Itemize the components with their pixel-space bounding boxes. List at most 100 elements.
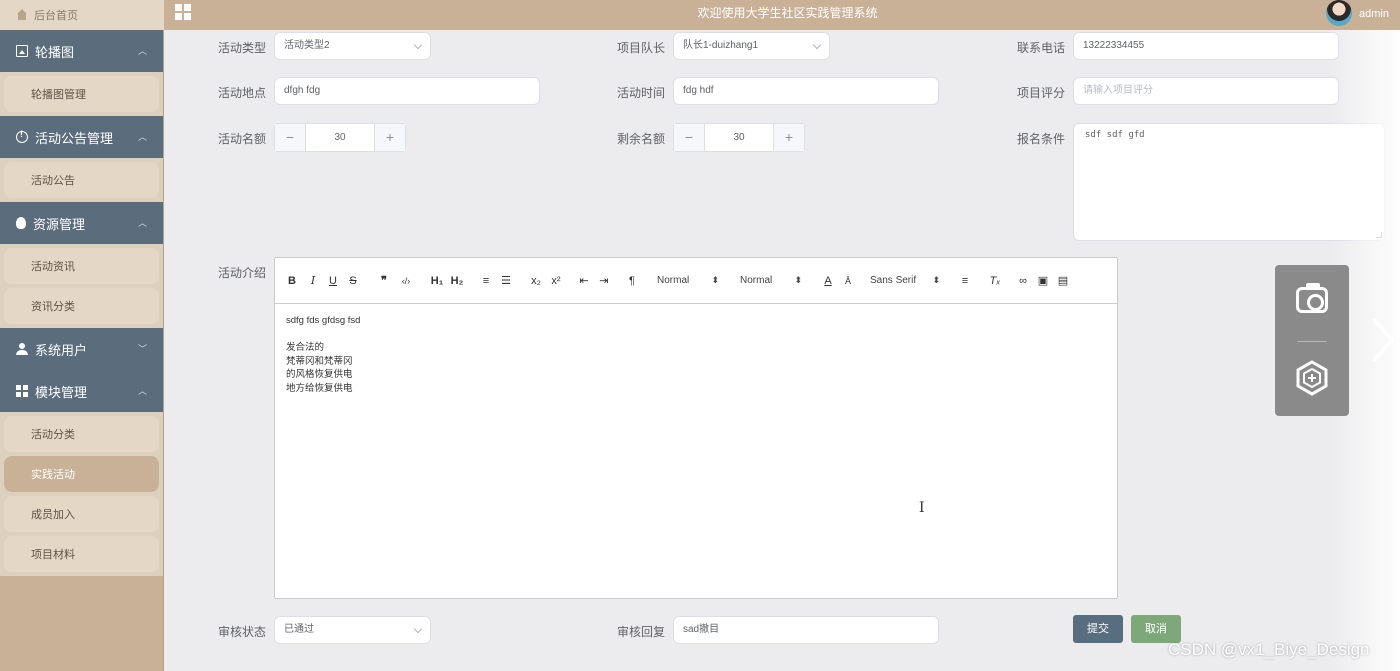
chevron-right-icon[interactable] [1370,318,1396,362]
quota-value[interactable]: 30 [305,124,375,151]
increment-button[interactable]: + [375,124,405,151]
editor-line [286,328,1106,342]
remaining-quota-value[interactable]: 30 [704,124,774,151]
camera-icon[interactable] [1296,283,1328,313]
decrement-button[interactable]: − [674,124,704,151]
username[interactable]: admin [1359,8,1389,20]
user-icon [16,343,28,355]
sidebar-item-announcement[interactable]: 活动公告 [4,162,159,198]
hexagon-plus-icon[interactable] [1295,360,1329,396]
editor-line: sdfg fds gfdsg fsd [286,315,361,326]
remaining-quota-label: 剩余名额 [617,132,666,146]
background-color-icon[interactable]: Ā [842,273,854,289]
sidebar-item-member-join[interactable]: 成员加入 [4,496,159,532]
lightbulb-icon [16,217,26,229]
editor-line: 发合法的 [286,342,325,353]
image-icon [16,45,28,57]
font-select[interactable]: Sans Serif [870,275,940,286]
sidebar-item-practice-activity[interactable]: 实践活动 [4,456,159,492]
increment-button[interactable]: + [774,124,804,151]
phone-label: 联系电话 [1017,41,1066,55]
review-status-select[interactable]: 已通过 [274,616,431,644]
editor-line: 的风格恢复供电 [286,369,353,380]
bold-icon[interactable]: B [286,273,298,289]
submit-button[interactable]: 提交 [1073,615,1123,643]
outdent-icon[interactable]: ⇤ [577,273,591,289]
rich-text-editor: B I U S ❞ ‹/› H₁ H₂ ≡ ☰ x₂ x² ⇤ ⇥ ¶ Norm… [274,257,1118,599]
editor-line: 地方给恢复供电 [286,382,353,394]
sidebar-group-label: 系统用户 [35,342,88,358]
top-bar: 后台首页 欢迎使用大学生社区实践管理系统 admin [0,0,1400,30]
editor-content[interactable]: sdfg fds gfdsg fsd 发合法的 梵蒂冈和梵蒂冈 的风格恢复供电 … [275,304,1117,405]
underline-icon[interactable]: U [327,273,339,289]
project-leader-label: 项目队长 [617,41,666,55]
activity-time-field[interactable]: fdg hdf [673,77,939,105]
indent-icon[interactable]: ⇥ [597,273,611,289]
sidebar-item-project-material[interactable]: 项目材料 [4,536,159,572]
chevron-up-icon: ︿ [137,132,147,142]
italic-icon[interactable]: I [307,273,319,289]
heading1-icon[interactable]: H₁ [429,273,445,289]
cancel-button[interactable]: 取消 [1131,615,1181,643]
header-select[interactable]: Normal [657,275,719,286]
avatar[interactable] [1326,0,1352,26]
project-leader-select[interactable]: 队长1-duizhang1 [673,32,830,60]
sidebar-group-label: 活动公告管理 [35,130,114,146]
activity-type-select[interactable]: 活动类型2 [274,32,431,60]
requirements-label: 报名条件 [1017,132,1066,146]
review-status-label: 审核状态 [218,625,267,639]
phone-field[interactable]: 13222334455 [1073,32,1339,60]
chevron-down-icon: ﹀ [137,344,147,354]
sidebar-group-label: 模块管理 [35,384,88,400]
sidebar-group-announcements[interactable]: 活动公告管理 ︿ [0,116,163,158]
sidebar-item-news-category[interactable]: 资讯分类 [4,288,159,324]
intro-label: 活动介绍 [218,266,267,280]
location-label: 活动地点 [218,86,267,100]
sidebar: 轮播图 ︿ 轮播图管理 活动公告管理 ︿ 活动公告 资源管理 ︿ 活动资讯 资讯… [0,30,164,671]
link-icon[interactable]: ∞ [1016,273,1030,289]
blockquote-icon[interactable]: ❞ [377,273,391,289]
sidebar-group-users[interactable]: 系统用户 ﹀ [0,328,163,370]
sidebar-group-label: 资源管理 [33,216,86,232]
text-direction-icon[interactable]: ¶ [625,273,639,289]
quota-label: 活动名额 [218,132,267,146]
editor-line: 梵蒂冈和梵蒂冈 [286,355,353,367]
editor-toolbar: B I U S ❞ ‹/› H₁ H₂ ≡ ☰ x₂ x² ⇤ ⇥ ¶ Norm… [275,258,1117,304]
size-select[interactable]: Normal [740,275,802,286]
video-icon[interactable]: ▤ [1056,273,1070,289]
text-cursor-icon: I [919,500,925,516]
chevron-up-icon: ︿ [137,46,147,56]
sidebar-group-carousel[interactable]: 轮播图 ︿ [0,30,163,72]
sidebar-item-activity-category[interactable]: 活动分类 [4,416,159,452]
clear-format-icon[interactable]: Tₓ [988,273,1002,289]
activity-time-label: 活动时间 [617,86,666,100]
bullet-list-icon[interactable]: ☰ [499,273,513,289]
review-reply-field[interactable]: sad撤目 [673,616,939,644]
quota-stepper: − 30 + [274,123,406,152]
sidebar-group-resources[interactable]: 资源管理 ︿ [0,202,163,244]
subscript-icon[interactable]: x₂ [529,273,543,289]
sidebar-group-label: 轮播图 [35,44,75,60]
chevron-up-icon: ︿ [137,386,147,396]
floating-toolbar [1275,265,1349,416]
code-block-icon[interactable]: ‹/› [399,273,413,289]
project-rating-field[interactable]: 请输入项目评分 [1073,77,1339,105]
image-icon[interactable]: ▣ [1036,273,1050,289]
location-field[interactable]: dfgh fdg [274,77,540,105]
ordered-list-icon[interactable]: ≡ [479,273,493,289]
watermark: CSDN @vx1_Biye_Design [1168,640,1370,659]
divider [1297,341,1327,342]
superscript-icon[interactable]: x² [549,273,563,289]
align-icon[interactable]: ≡ [958,273,972,289]
strike-icon[interactable]: S [347,273,359,289]
remaining-quota-stepper: − 30 + [673,123,805,152]
decrement-button[interactable]: − [275,124,305,151]
activity-type-label: 活动类型 [218,41,267,55]
sidebar-group-modules[interactable]: 模块管理 ︿ [0,370,163,412]
sidebar-item-news[interactable]: 活动资讯 [4,248,159,284]
heading2-icon[interactable]: H₂ [449,273,465,289]
app-title: 欢迎使用大学生社区实践管理系统 [697,6,878,20]
sidebar-item-carousel-manage[interactable]: 轮播图管理 [4,76,159,112]
requirements-text: sdf sdf gfd [1085,130,1145,140]
font-color-icon[interactable]: A [822,273,834,289]
